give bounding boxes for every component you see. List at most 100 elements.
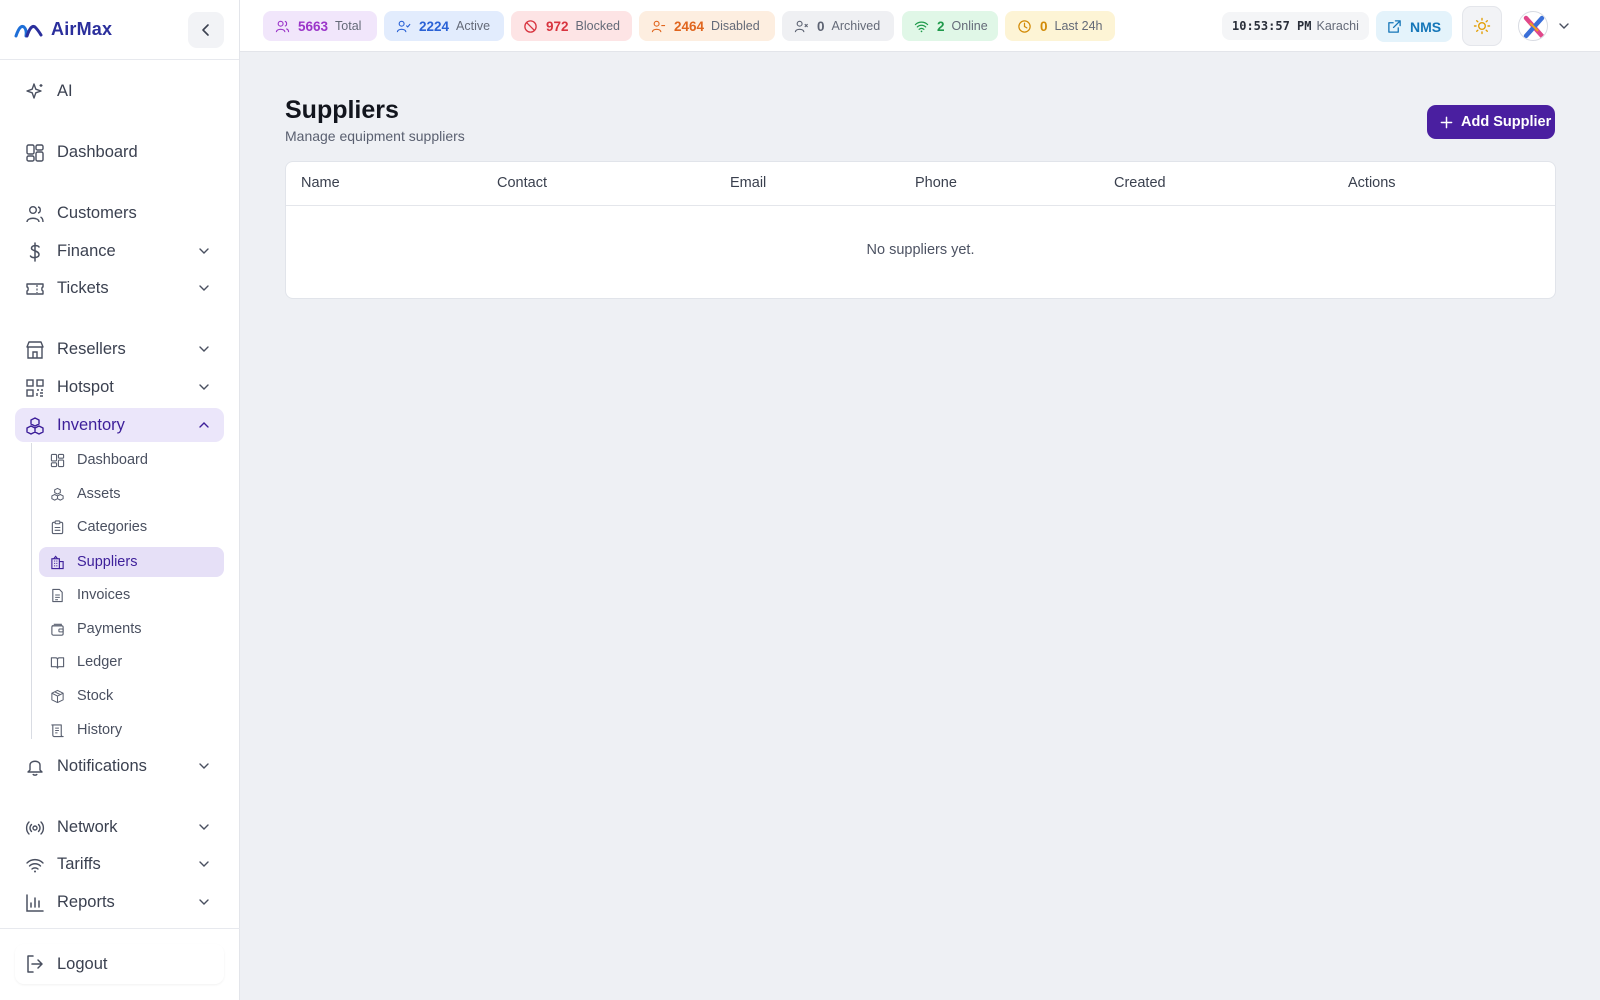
- column-header-email[interactable]: Email: [730, 175, 766, 191]
- stat-total-pill[interactable]: 5663 Total: [263, 11, 377, 41]
- sidebar-item-ai[interactable]: AI: [15, 74, 224, 108]
- sidebar-item-finance[interactable]: Finance: [15, 234, 224, 268]
- stat-last24h-label: Last 24h: [1054, 19, 1103, 33]
- sidebar-item-label: Resellers: [57, 339, 126, 358]
- sidebar-item-resellers[interactable]: Resellers: [15, 332, 224, 366]
- sidebar-item-hotspot[interactable]: Hotspot: [15, 370, 224, 404]
- sidebar-subitem-history[interactable]: History: [39, 715, 224, 745]
- sidebar-item-label: Customers: [57, 203, 137, 222]
- sidebar-item-label: Reports: [57, 892, 115, 911]
- column-header-actions: Actions: [1348, 175, 1396, 191]
- sidebar-subitem-suppliers[interactable]: Suppliers: [39, 547, 224, 577]
- logout-label: Logout: [57, 954, 108, 973]
- column-header-created[interactable]: Created: [1114, 175, 1166, 191]
- sidebar-item-label: Finance: [57, 241, 116, 260]
- sidebar-subitem-ledger[interactable]: Ledger: [39, 647, 224, 677]
- sidebar-item-notifications[interactable]: Notifications: [15, 749, 224, 783]
- store-icon: [26, 341, 44, 359]
- collapse-sidebar-button[interactable]: [188, 12, 224, 48]
- sidebar-subitem-stock[interactable]: Stock: [39, 681, 224, 711]
- stat-disabled-pill[interactable]: 2464 Disabled: [639, 11, 775, 41]
- chevron-down-icon: [199, 346, 209, 352]
- sidebar-item-tariffs[interactable]: Tariffs: [15, 847, 224, 881]
- user-x-icon: [794, 20, 808, 32]
- user-check-icon: [396, 20, 411, 32]
- book-open-icon: [50, 657, 65, 669]
- sidebar-subitem-label: Suppliers: [77, 554, 138, 570]
- column-header-phone[interactable]: Phone: [915, 175, 957, 191]
- package-icon: [51, 689, 64, 704]
- stat-last24h-value: 0: [1040, 18, 1048, 34]
- airmax-logo-icon: [14, 24, 43, 37]
- brand-name: AirMax: [51, 19, 113, 39]
- stat-online-value: 2: [937, 18, 945, 34]
- stat-online-pill[interactable]: 2 Online: [902, 11, 998, 41]
- nms-link-button[interactable]: NMS: [1376, 11, 1452, 42]
- sidebar-subitem-invoices[interactable]: Invoices: [39, 580, 224, 610]
- bar-chart-icon: [26, 894, 44, 912]
- sidebar: AirMax AI Dashboard Customers Finance Ti…: [0, 0, 240, 1000]
- sidebar-item-tickets[interactable]: Tickets: [15, 271, 224, 305]
- stat-active-value: 2224: [419, 18, 450, 34]
- sidebar-footer-divider: [0, 928, 240, 929]
- sidebar-subitem-label: Invoices: [77, 587, 131, 603]
- sidebar-subitem-payments[interactable]: Payments: [39, 614, 224, 644]
- sidebar-item-label: Notifications: [57, 756, 147, 775]
- sidebar-item-customers[interactable]: Customers: [15, 196, 224, 230]
- sidebar-subitem-assets[interactable]: Assets: [39, 479, 224, 509]
- clock-time: 10:53:57 PM: [1232, 19, 1312, 33]
- nms-label: NMS: [1410, 18, 1442, 35]
- stat-blocked-label: Blocked: [575, 19, 621, 33]
- stat-blocked-pill[interactable]: 972 Blocked: [511, 11, 632, 41]
- dollar-sign-icon: [29, 242, 40, 262]
- clock-display: 10:53:57 PM Karachi: [1222, 12, 1369, 40]
- stat-archived-label: Archived: [831, 19, 881, 33]
- wifi-icon: [26, 858, 44, 873]
- sun-icon: [1473, 17, 1491, 35]
- column-header-name[interactable]: Name: [301, 175, 340, 191]
- stat-online-label: Online: [951, 19, 988, 33]
- chevron-down-icon: [199, 861, 209, 867]
- chevron-down-icon: [199, 824, 209, 830]
- clock-icon: [1018, 19, 1031, 33]
- stat-archived-value: 0: [817, 18, 825, 34]
- sidebar-subitem-label: History: [77, 722, 123, 738]
- user-avatar[interactable]: [1518, 11, 1548, 41]
- stat-disabled-value: 2464: [674, 18, 705, 34]
- chevron-down-icon: [199, 384, 209, 390]
- stat-total-label: Total: [335, 19, 362, 33]
- column-header-contact[interactable]: Contact: [497, 175, 547, 191]
- clock-timezone: Karachi: [1316, 19, 1359, 33]
- ticket-icon: [26, 283, 44, 295]
- add-supplier-button[interactable]: Add Supplier: [1427, 105, 1555, 139]
- wallet-icon: [51, 623, 64, 636]
- chevron-up-icon: [199, 422, 209, 428]
- users-icon: [275, 20, 290, 32]
- sidebar-item-label: Hotspot: [57, 377, 114, 396]
- boxes-icon: [51, 487, 64, 501]
- stat-active-pill[interactable]: 2224 Active: [384, 11, 504, 41]
- stat-archived-pill[interactable]: 0 Archived: [782, 11, 894, 41]
- sidebar-item-reports[interactable]: Reports: [15, 885, 224, 919]
- logout-button[interactable]: Logout: [15, 944, 224, 984]
- qr-code-icon: [26, 379, 44, 397]
- stat-last24h-pill[interactable]: 0 Last 24h: [1005, 11, 1115, 41]
- file-text-icon: [52, 588, 63, 603]
- boxes-icon: [26, 417, 44, 435]
- sidebar-item-label: Dashboard: [57, 142, 138, 161]
- user-minus-icon: [651, 20, 666, 32]
- sidebar-subitem-dashboard[interactable]: Dashboard: [39, 445, 224, 475]
- suppliers-table: Name Contact Email Phone Created Actions…: [285, 161, 1556, 299]
- stat-blocked-value: 972: [546, 18, 569, 34]
- chevron-down-icon: [199, 899, 209, 905]
- theme-toggle-button[interactable]: [1462, 6, 1502, 46]
- radio-icon: [25, 821, 45, 835]
- sidebar-item-dashboard[interactable]: Dashboard: [15, 135, 224, 169]
- sidebar-item-network[interactable]: Network: [15, 810, 224, 844]
- chevron-down-icon[interactable]: [1558, 20, 1570, 32]
- sidebar-item-label: Tariffs: [57, 854, 101, 873]
- sidebar-subitem-categories[interactable]: Categories: [39, 512, 224, 542]
- avatar-logo-icon: [1523, 15, 1545, 39]
- sidebar-item-inventory[interactable]: Inventory: [15, 408, 224, 442]
- sidebar-subitem-label: Categories: [77, 519, 148, 535]
